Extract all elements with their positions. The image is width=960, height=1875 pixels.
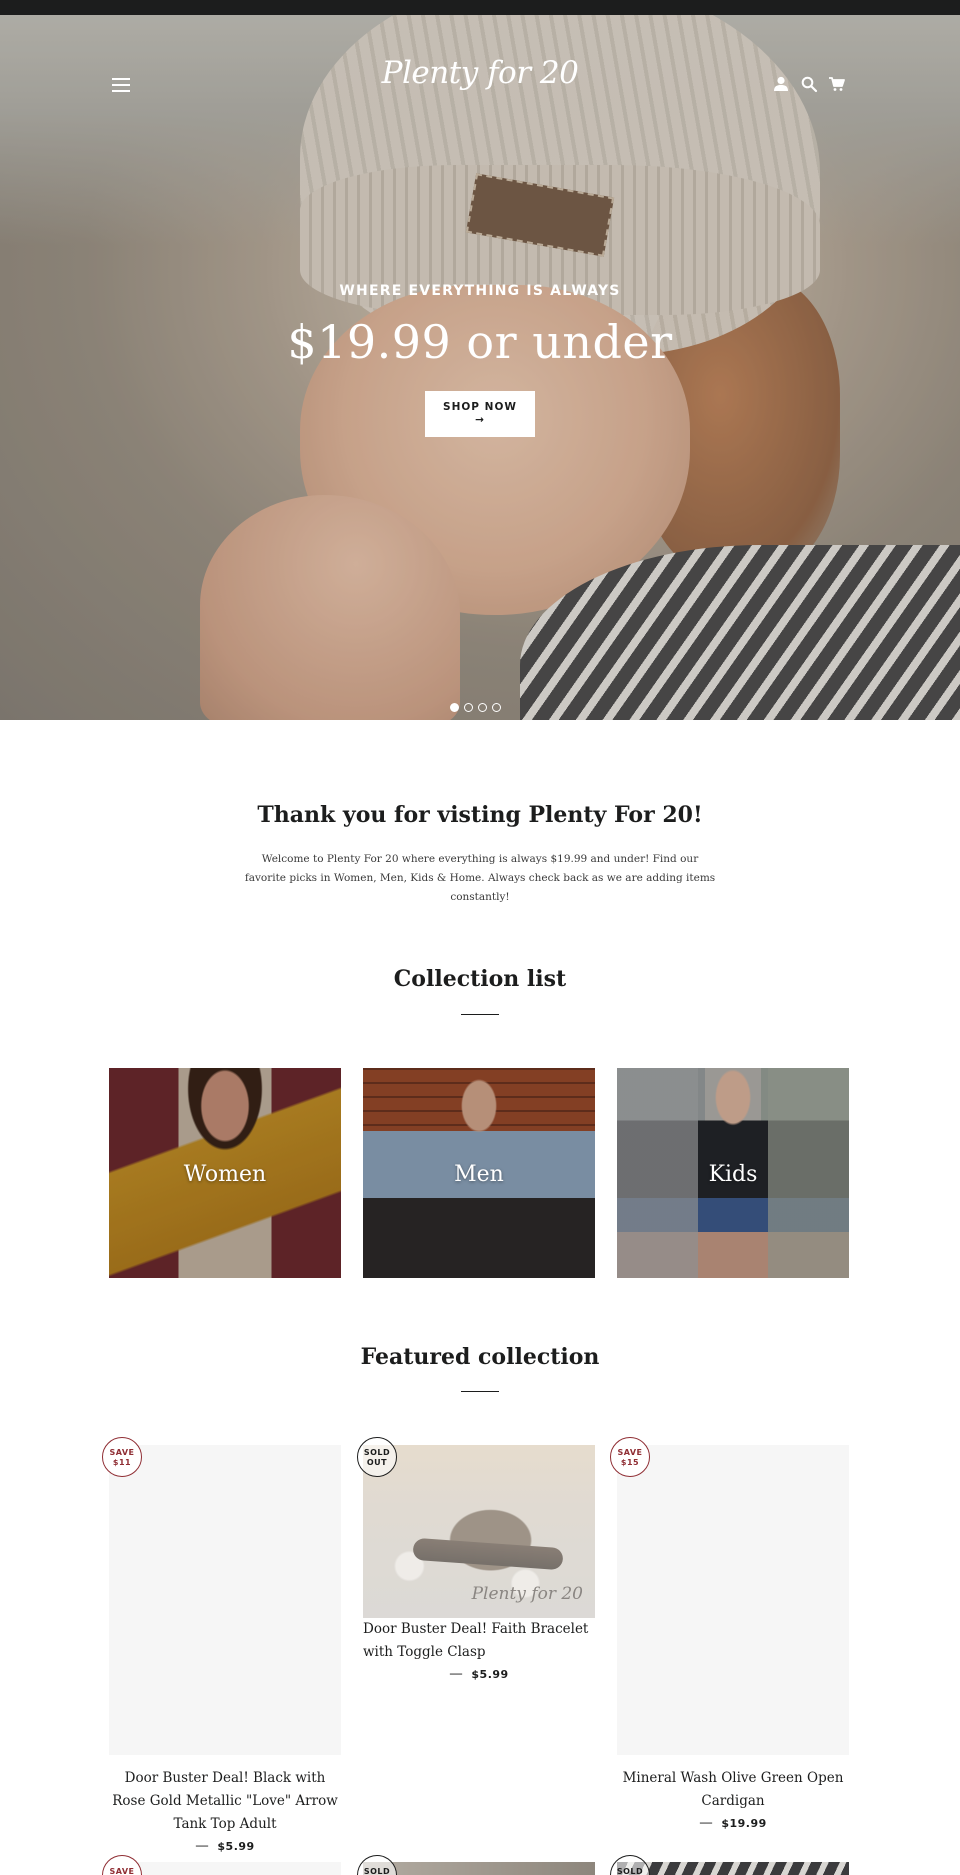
sold-out-badge: SOLD bbox=[610, 1855, 650, 1875]
slide-dot-2[interactable] bbox=[464, 703, 473, 712]
sold-out-badge: SOLD bbox=[357, 1855, 397, 1875]
price-separator: — bbox=[195, 1838, 209, 1854]
site-logo[interactable]: Plenty for 20 bbox=[380, 55, 580, 91]
announcement-bar bbox=[0, 0, 960, 15]
product-image[interactable]: Plenty for 20 bbox=[363, 1445, 595, 1618]
collection-label-men: Men bbox=[454, 1162, 504, 1187]
sale-badge: SAVE bbox=[102, 1855, 142, 1875]
welcome-title: Thank you for visting Plenty For 20! bbox=[257, 802, 703, 828]
badge-line-1: SAVE bbox=[617, 1448, 643, 1457]
cart-icon[interactable] bbox=[828, 75, 846, 93]
sold-out-badge: SOLD OUT bbox=[357, 1437, 397, 1477]
product-price-line: — $19.99 bbox=[617, 1813, 849, 1834]
product-image[interactable] bbox=[617, 1862, 849, 1875]
collection-list-divider bbox=[461, 1014, 499, 1015]
slideshow-dots bbox=[450, 697, 506, 712]
badge-line-2: $11 bbox=[112, 1458, 132, 1467]
sale-badge: SAVE $15 bbox=[610, 1437, 650, 1477]
badge-line-2: $15 bbox=[620, 1458, 640, 1467]
product-price: $19.99 bbox=[721, 1817, 767, 1830]
product-card[interactable]: Door Buster Deal! Black with Rose Gold M… bbox=[109, 1445, 341, 1857]
product-price: $5.99 bbox=[471, 1668, 509, 1681]
collection-card-men[interactable]: Men bbox=[363, 1068, 595, 1278]
badge-line-2: OUT bbox=[366, 1458, 388, 1467]
sale-badge: SAVE $11 bbox=[102, 1437, 142, 1477]
product-card[interactable]: Mineral Wash Olive Green Open Cardigan —… bbox=[617, 1445, 849, 1834]
product-title[interactable]: Door Buster Deal! Black with Rose Gold M… bbox=[109, 1767, 341, 1836]
collection-label-women: Women bbox=[183, 1162, 267, 1187]
product-title[interactable]: Mineral Wash Olive Green Open Cardigan bbox=[617, 1767, 849, 1813]
price-separator: — bbox=[449, 1666, 463, 1682]
user-icon[interactable] bbox=[772, 75, 790, 93]
product-price: $5.99 bbox=[217, 1840, 255, 1853]
hero-tagline: WHERE EVERYTHING IS ALWAYS bbox=[339, 283, 621, 299]
badge-line-1: SOLD bbox=[363, 1448, 391, 1457]
arrow-right-icon: → bbox=[475, 414, 485, 426]
hero-slideshow: Plenty for 20 WHERE EVERYTHING IS ALWAYS… bbox=[0, 15, 960, 720]
collection-card-kids[interactable]: Kids bbox=[617, 1068, 849, 1278]
hamburger-menu-icon[interactable] bbox=[110, 75, 132, 97]
shop-now-label: SHOP NOW bbox=[443, 401, 517, 413]
featured-collection-divider bbox=[461, 1391, 499, 1392]
product-image[interactable] bbox=[363, 1862, 595, 1875]
header-icons bbox=[768, 75, 848, 95]
product-price-line: — $5.99 bbox=[109, 1836, 341, 1857]
welcome-body: Welcome to Plenty For 20 where everythin… bbox=[244, 853, 716, 903]
hero-headline: $19.99 or under bbox=[287, 315, 673, 369]
shop-now-button[interactable]: SHOP NOW → bbox=[425, 391, 535, 437]
collection-list-title: Collection list bbox=[393, 966, 567, 992]
product-image-placeholder[interactable] bbox=[617, 1445, 849, 1755]
collection-card-women[interactable]: Women bbox=[109, 1068, 341, 1278]
slide-dot-3[interactable] bbox=[478, 703, 487, 712]
featured-collection-title: Featured collection bbox=[360, 1344, 600, 1370]
product-title[interactable]: Door Buster Deal! Faith Bracelet with To… bbox=[363, 1621, 588, 1660]
collection-label-kids: Kids bbox=[708, 1162, 758, 1187]
slide-dot-1[interactable] bbox=[450, 703, 459, 712]
badge-line-1: SAVE bbox=[109, 1448, 135, 1457]
product-card[interactable]: Plenty for 20 Door Buster Deal! Faith Br… bbox=[363, 1445, 595, 1685]
slide-dot-4[interactable] bbox=[492, 703, 501, 712]
product-price-line: — $5.99 bbox=[363, 1664, 595, 1685]
price-separator: — bbox=[699, 1815, 713, 1831]
product-image-placeholder[interactable] bbox=[109, 1862, 341, 1875]
image-watermark: Plenty for 20 bbox=[471, 1584, 583, 1604]
search-icon[interactable] bbox=[800, 75, 818, 93]
product-image-placeholder[interactable] bbox=[109, 1445, 341, 1755]
